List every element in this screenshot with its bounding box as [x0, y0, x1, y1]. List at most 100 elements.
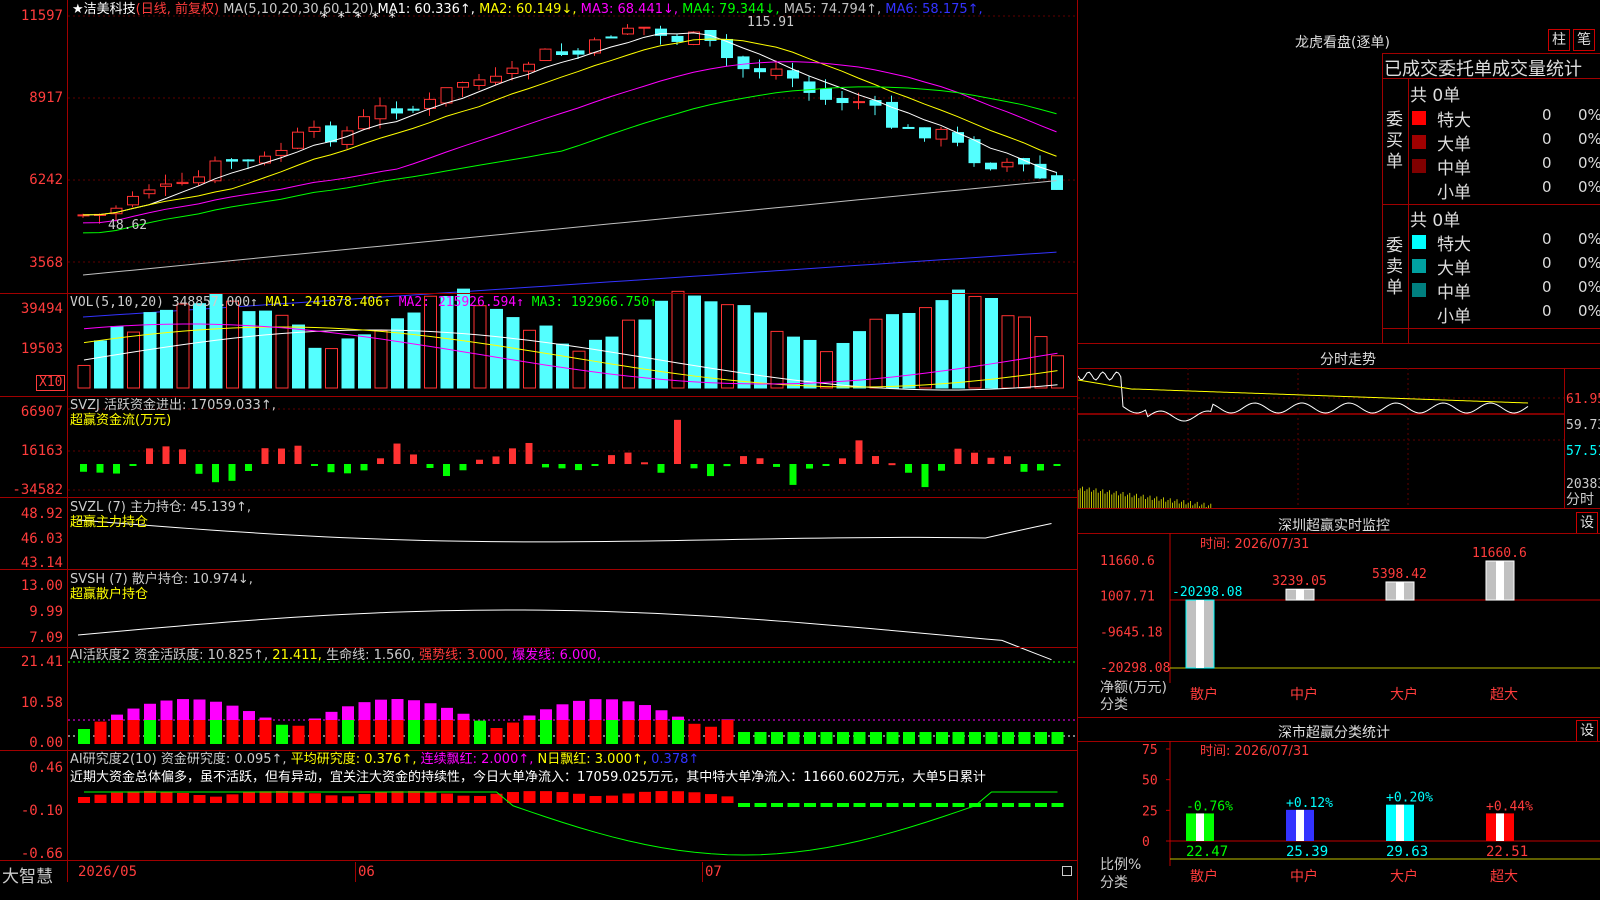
activity-bar — [1035, 732, 1047, 744]
flow-bar — [954, 448, 962, 464]
svzj-title: SVZJ 活跃资金进出: 17059.033↑, — [70, 398, 276, 413]
ma-title: MA(5,10,20,30,60,120) — [223, 2, 374, 17]
classify-title: 深市超赢分类统计 — [1278, 725, 1390, 741]
sell-row-color-swatch — [1412, 259, 1426, 273]
activity-bar — [457, 720, 470, 744]
candle — [572, 50, 585, 55]
section-divider — [1078, 717, 1600, 718]
price-axis-label: 11597 — [20, 8, 63, 24]
activity-bar — [210, 720, 222, 744]
candle — [902, 126, 915, 129]
activity-bar — [226, 720, 239, 744]
activity-bar-top — [375, 699, 387, 720]
buy-row-color-swatch — [1412, 159, 1426, 173]
research-bar — [375, 792, 387, 803]
activity-bar — [325, 720, 338, 744]
activity-bar-top — [342, 706, 354, 720]
classify-settings-button[interactable]: 设 — [1576, 720, 1598, 742]
research-bar — [705, 794, 717, 803]
bar-mode-button[interactable]: 柱 — [1548, 29, 1570, 51]
activity-bar — [1002, 732, 1014, 744]
research-bar — [820, 803, 833, 807]
flow-bar — [393, 443, 401, 464]
classify-change-label: +0.44% — [1486, 799, 1533, 814]
activity-bar — [969, 732, 981, 744]
intraday-title: 分时走势 — [1320, 352, 1376, 368]
candle — [308, 126, 321, 132]
research-bar — [391, 791, 404, 803]
flow-bar — [674, 419, 681, 464]
research-bar — [441, 793, 453, 803]
activity-bar — [804, 732, 816, 744]
buy-row-color-swatch — [1412, 135, 1426, 149]
research-bar — [837, 803, 849, 807]
flow-bar — [888, 463, 896, 466]
stock-name[interactable]: ★洁美科技 — [72, 2, 136, 17]
lhb-divider — [1382, 53, 1383, 343]
date-tick — [702, 862, 703, 882]
lhb-divider — [1382, 78, 1600, 79]
candle — [919, 127, 931, 139]
classify-chart: 75 50 25 0 -0.76% 22.47 散户 +0.12% 25.39 中户 +0.20% 2… — [1078, 741, 1600, 900]
classify-category-label: 大户 — [1390, 868, 1418, 885]
activity-bar — [573, 720, 585, 744]
monitor-category-label: 散户 — [1190, 686, 1218, 703]
flow-bar — [1053, 464, 1061, 466]
activity-bar — [78, 729, 90, 744]
ai-active-axis-label: 10.58 — [20, 695, 63, 711]
classify-category-label: 散户 — [1190, 868, 1218, 885]
pen-mode-button[interactable]: 笔 — [1573, 29, 1595, 51]
monitor-ylabel: 净额(万元) — [1100, 680, 1167, 696]
candle — [374, 105, 387, 120]
candle — [176, 181, 189, 185]
svzl-sub: 超赢主力持仓 — [70, 515, 149, 530]
candle — [523, 63, 535, 72]
research-bar — [424, 791, 437, 803]
activity-bar — [771, 732, 783, 744]
buy-total: 共 0单 — [1410, 86, 1461, 106]
flow-bar — [509, 448, 516, 464]
candle — [605, 36, 618, 39]
research-bar — [177, 792, 189, 803]
activity-bar-top — [177, 699, 189, 720]
intraday-chart[interactable] — [1078, 368, 1564, 508]
flow-bar — [624, 452, 632, 464]
activity-bar-top — [639, 705, 651, 720]
candle — [985, 162, 997, 170]
activity-bar — [820, 732, 833, 744]
sell-row-name: 大单 — [1437, 259, 1471, 279]
buy-side-label: 委买单 — [1386, 110, 1403, 172]
activity-bar — [837, 732, 849, 744]
flow-bar — [377, 458, 384, 464]
pane-divider — [0, 396, 1077, 397]
activity-bar — [243, 720, 255, 744]
lock-icon[interactable] — [1062, 866, 1072, 876]
ma-legend-item: MA6: 58.175↑, — [881, 2, 983, 17]
activity-bar — [787, 732, 800, 744]
activity-bar — [853, 732, 866, 744]
candle — [869, 100, 882, 106]
flow-bar — [657, 464, 665, 473]
volume-bar — [539, 325, 553, 389]
activity-bar — [309, 720, 321, 744]
svsh-sub: 超赢散户持仓 — [70, 587, 149, 602]
candle — [787, 70, 799, 79]
flow-bar — [426, 464, 434, 468]
volume-bar — [1034, 336, 1048, 389]
volume-bar — [259, 310, 272, 389]
flow-bar — [294, 445, 302, 464]
activity-bar-top — [556, 704, 569, 720]
buy-row-name: 大单 — [1437, 135, 1471, 155]
intraday-unit: 分时 — [1566, 492, 1594, 508]
svsh-title: SVSH (7) 散户持仓: 10.974↓, — [70, 572, 253, 587]
activity-bar — [903, 732, 915, 744]
flow-bar — [789, 464, 797, 485]
candle — [721, 38, 733, 59]
main-holding-line — [77, 519, 1052, 543]
lhb-divider — [1382, 53, 1600, 54]
monitor-settings-button[interactable]: 设 — [1576, 512, 1598, 534]
research-bar — [853, 803, 866, 807]
volume-bar — [242, 311, 256, 389]
ai-research-comment: 近期大资金总体偏多，虽不活跃，但有异动，宜关注大资金的持续性，今日大单净流入：1… — [70, 770, 986, 785]
activity-bar — [507, 722, 519, 744]
